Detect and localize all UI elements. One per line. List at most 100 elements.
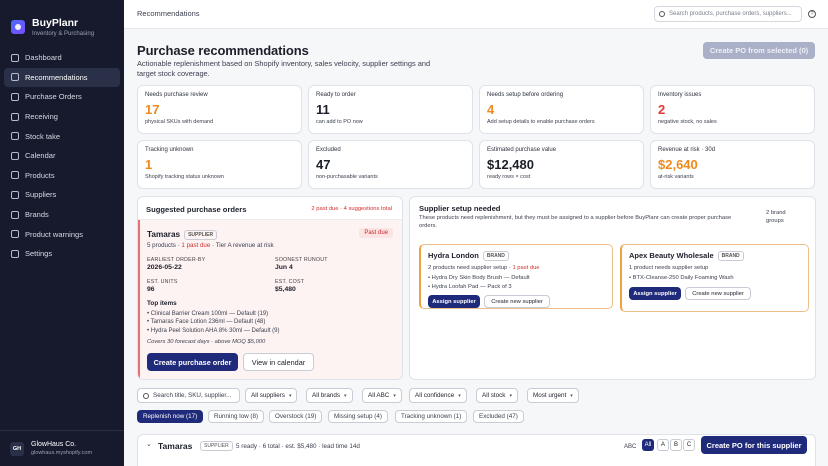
status-badge: Past due — [359, 228, 393, 238]
tab-missing-setup[interactable]: Missing setup (4) — [328, 410, 388, 423]
stat-label: Needs setup before ordering — [487, 92, 564, 98]
stat-note: can add to PO now — [316, 119, 363, 125]
abc-option-all[interactable]: All — [642, 439, 654, 451]
stat-note: at-risk variants — [658, 174, 694, 180]
list-item: • Clinical Barrier Cream 100ml — Default… — [147, 310, 269, 317]
sort-dropdown[interactable]: Most urgent ▾ — [527, 388, 579, 403]
view-in-calendar-button[interactable]: View in calendar — [243, 353, 314, 371]
assign-supplier-button[interactable]: Assign supplier — [629, 287, 681, 301]
filter-suppliers-dropdown[interactable]: All suppliers ▾ — [245, 388, 298, 403]
account-switcher[interactable]: GH GlowHaus Co. glowhaus.myshopify.com — [0, 430, 124, 466]
filter-search-input[interactable]: Search title, SKU, supplier... — [137, 388, 240, 403]
tab-running-low[interactable]: Running low (8) — [208, 410, 265, 423]
filter-stock-dropdown[interactable]: All stock ▾ — [476, 388, 518, 403]
setup-status: 2 products need supplier setup · 1 past … — [428, 265, 605, 271]
list-item-text: Hydra Peel Solution AHA 8% 30ml — Defaul… — [150, 327, 280, 334]
sidebar-item-brands[interactable]: Brands — [4, 205, 120, 225]
assign-supplier-button[interactable]: Assign supplier — [428, 295, 480, 309]
sidebar-item-label: Products — [25, 170, 55, 180]
suggestion-card[interactable]: Tamaras SUPPLIER Past due 5 products · 1 … — [138, 220, 402, 379]
sidebar-item-recommendations[interactable]: Recommendations — [4, 67, 120, 88]
help-icon[interactable]: ? — [808, 10, 816, 18]
abc-option-c[interactable]: C — [683, 439, 695, 451]
top-items-list: • Clinical Barrier Cream 100ml — Default… — [147, 308, 280, 334]
stat-label: Inventory issues — [658, 92, 702, 98]
page-subtitle: Actionable replenishment based on Shopif… — [137, 59, 431, 78]
sidebar: BuyPlanr Inventory & Purchasing Dashboar… — [0, 0, 124, 466]
supplier-setup-card: Apex Beauty Wholesale BRAND 1 product nee… — [620, 244, 809, 312]
coverage-note: Covers 30 forecast days · above MOQ $5,0… — [147, 339, 266, 345]
chevron-down-icon: ▾ — [393, 392, 396, 399]
purchase-orders-icon — [11, 92, 19, 101]
products-count: 5 products · — [147, 242, 182, 249]
supplier-setup-card: Hydra London BRAND 2 products need suppli… — [419, 244, 613, 309]
est-units: EST. UNITS 96 — [147, 279, 178, 293]
sidebar-item-label: Brands — [25, 210, 49, 220]
sidebar-item-label: Dashboard — [25, 53, 62, 63]
global-search-input[interactable]: Search products, purchase orders, suppli… — [654, 6, 802, 22]
panel-summary: 2 past due · 4 suggestions total — [311, 206, 392, 212]
dropdown-label: All stock — [482, 392, 506, 399]
dropdown-label: All ABC — [368, 392, 390, 399]
app-name: BuyPlanr — [32, 17, 79, 29]
dashboard-icon — [11, 53, 19, 62]
sidebar-item-product-warnings[interactable]: Product warnings — [4, 224, 120, 244]
group-supplier-name: Tamaras — [158, 441, 193, 451]
setup-status-text: 2 products need supplier setup · — [428, 265, 513, 272]
list-item-text: Hydra Loofah Pad — Pack of 3 — [431, 284, 512, 291]
recommendations-icon — [11, 73, 19, 82]
chevron-down-icon: ▾ — [570, 392, 573, 399]
kv-value: $5,480 — [275, 286, 296, 293]
sidebar-item-products[interactable]: Products — [4, 166, 120, 186]
tab-tracking-unknown[interactable]: Tracking unknown (1) — [395, 410, 468, 423]
create-new-supplier-button[interactable]: Create new supplier — [484, 295, 550, 309]
brand-name: Apex Beauty Wholesale — [629, 251, 714, 260]
brands-icon — [11, 210, 19, 219]
tab-excluded[interactable]: Excluded (47) — [473, 410, 524, 423]
sidebar-item-dashboard[interactable]: Dashboard — [4, 48, 120, 68]
supplier-setup-panel: Supplier setup needed These products nee… — [409, 196, 816, 380]
tier-text: · Tier A revenue at risk — [210, 242, 274, 249]
filter-brands-dropdown[interactable]: All brands ▾ — [306, 388, 353, 403]
topbar: Recommendations Search products, purchas… — [124, 0, 828, 29]
kv-label: EST. UNITS — [147, 279, 178, 285]
stat-value: 1 — [145, 157, 153, 172]
page-title: Purchase recommendations — [137, 43, 309, 58]
dropdown-label: All confidence — [415, 392, 455, 399]
stat-value: 2 — [658, 102, 666, 117]
stat-card-revenue-at-risk: Revenue at risk · 30d $2,640 at-risk var… — [650, 140, 815, 189]
tab-overstock[interactable]: Overstock (19) — [269, 410, 323, 423]
list-item-text: Clinical Barrier Cream 100ml — Default (… — [150, 310, 269, 317]
stat-label: Ready to order — [316, 92, 356, 98]
account-domain: glowhaus.myshopify.com — [31, 450, 93, 456]
search-placeholder: Search products, purchase orders, suppli… — [669, 10, 792, 17]
create-po-from-selected-button[interactable]: Create PO from selected (0) — [703, 42, 815, 59]
stat-label: Needs purchase review — [145, 92, 208, 98]
list-item: • Hydra Dry Skin Body Brush — Default — [428, 275, 530, 282]
sidebar-item-stock-take[interactable]: Stock take — [4, 126, 120, 146]
sidebar-item-purchase-orders[interactable]: Purchase Orders — [4, 87, 120, 107]
sidebar-item-suppliers[interactable]: Suppliers — [4, 185, 120, 205]
abc-option-b[interactable]: B — [670, 439, 682, 451]
filter-abc-dropdown[interactable]: All ABC ▾ — [362, 388, 402, 403]
abc-option-a[interactable]: A — [657, 439, 669, 451]
create-purchase-order-button[interactable]: Create purchase order — [147, 353, 238, 371]
list-item: • Hydra Peel Solution AHA 8% 30ml — Defa… — [147, 327, 280, 334]
chevron-down-icon[interactable]: ⌄ — [146, 440, 152, 448]
sidebar-item-settings[interactable]: Settings — [4, 244, 120, 264]
products-icon — [11, 171, 19, 180]
sidebar-item-receiving[interactable]: Receiving — [4, 107, 120, 127]
filter-confidence-dropdown[interactable]: All confidence ▾ — [409, 388, 467, 403]
suggested-purchase-orders-panel: Suggested purchase orders 2 past due · 4… — [137, 196, 403, 380]
brand-groups-count: 2 brand groups — [766, 210, 786, 224]
panel-description: These products need replenishment, but t… — [419, 215, 732, 229]
create-po-for-supplier-button[interactable]: Create PO for this supplier — [701, 436, 807, 454]
supplier-name-row: Tamaras SUPPLIER — [147, 230, 218, 240]
search-icon — [659, 11, 665, 17]
sidebar-item-calendar[interactable]: Calendar — [4, 146, 120, 166]
stat-value: $2,640 — [658, 157, 698, 172]
card-actions: Assign supplier Create new supplier — [629, 287, 801, 301]
tab-replenish-now[interactable]: Replenish now (17) — [137, 410, 204, 423]
stat-note: non-purchasable variants — [316, 174, 378, 180]
create-new-supplier-button[interactable]: Create new supplier — [685, 287, 751, 301]
